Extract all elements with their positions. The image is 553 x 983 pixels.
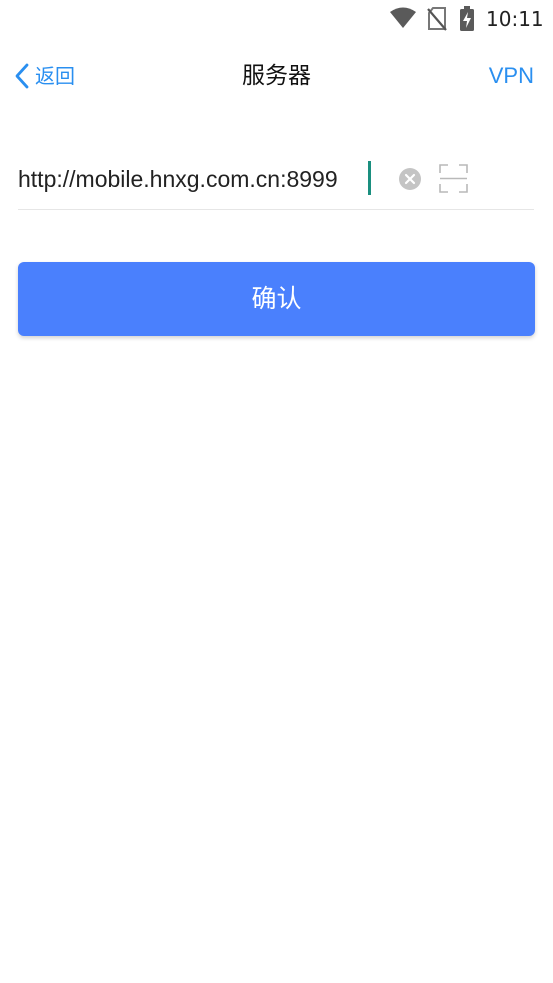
server-url-input[interactable] (18, 161, 378, 197)
scan-icon[interactable] (439, 164, 468, 193)
status-bar: 10:11 (0, 0, 553, 37)
nav-bar: 返回 服务器 VPN (0, 37, 553, 113)
confirm-button[interactable]: 确认 (18, 262, 535, 336)
vpn-button[interactable]: VPN (489, 61, 534, 91)
status-time: 10:11 (486, 7, 544, 31)
server-input-row (18, 153, 534, 210)
wifi-icon (389, 7, 417, 33)
clear-circle-icon[interactable] (399, 168, 421, 190)
battery-charging-icon (459, 6, 475, 36)
no-sim-icon (427, 7, 447, 35)
text-cursor (368, 161, 371, 195)
page-title: 服务器 (242, 63, 311, 89)
